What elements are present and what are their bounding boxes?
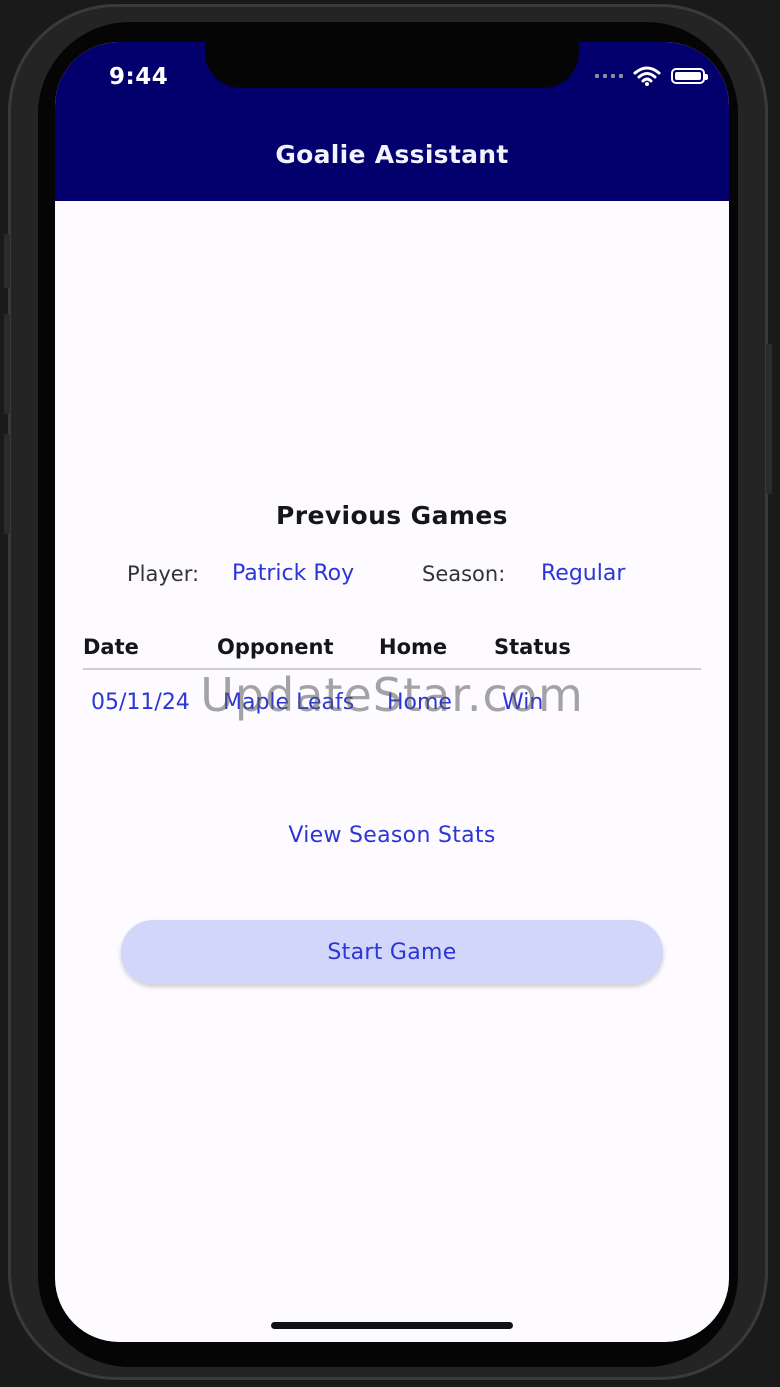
status-time: 9:44 — [109, 64, 169, 90]
player-selector[interactable]: Patrick Roy — [232, 561, 354, 586]
start-game-button[interactable]: Start Game — [121, 920, 663, 984]
app-screen: 9:44 Goalie Assistant Previous Games Pla… — [55, 42, 729, 1342]
column-header-opponent: Opponent — [217, 635, 334, 659]
mute-switch — [4, 234, 10, 288]
power-button — [766, 344, 772, 494]
view-season-stats-link[interactable]: View Season Stats — [55, 823, 729, 848]
volume-up-button — [4, 314, 10, 414]
page-title: Goalie Assistant — [275, 140, 509, 169]
notch — [205, 42, 579, 88]
season-label: Season: — [422, 562, 506, 586]
navigation-bar: 9:44 Goalie Assistant — [55, 42, 729, 201]
table-row-status[interactable]: Win — [502, 690, 543, 715]
table-divider — [83, 668, 701, 670]
table-row-home[interactable]: Home — [387, 690, 452, 715]
column-header-home: Home — [379, 635, 448, 659]
player-label: Player: — [127, 562, 200, 586]
volume-down-button — [4, 434, 10, 534]
table-row-opponent[interactable]: Maple Leafs — [223, 690, 354, 715]
table-row-date[interactable]: 05/11/24 — [91, 690, 190, 715]
column-header-date: Date — [83, 635, 139, 659]
status-icons — [595, 66, 708, 86]
home-indicator — [271, 1322, 513, 1329]
battery-icon — [671, 68, 708, 84]
column-header-status: Status — [494, 635, 571, 659]
section-title: Previous Games — [276, 501, 508, 530]
wifi-icon — [633, 66, 661, 86]
signal-icon — [595, 74, 623, 78]
season-selector[interactable]: Regular — [541, 561, 625, 586]
